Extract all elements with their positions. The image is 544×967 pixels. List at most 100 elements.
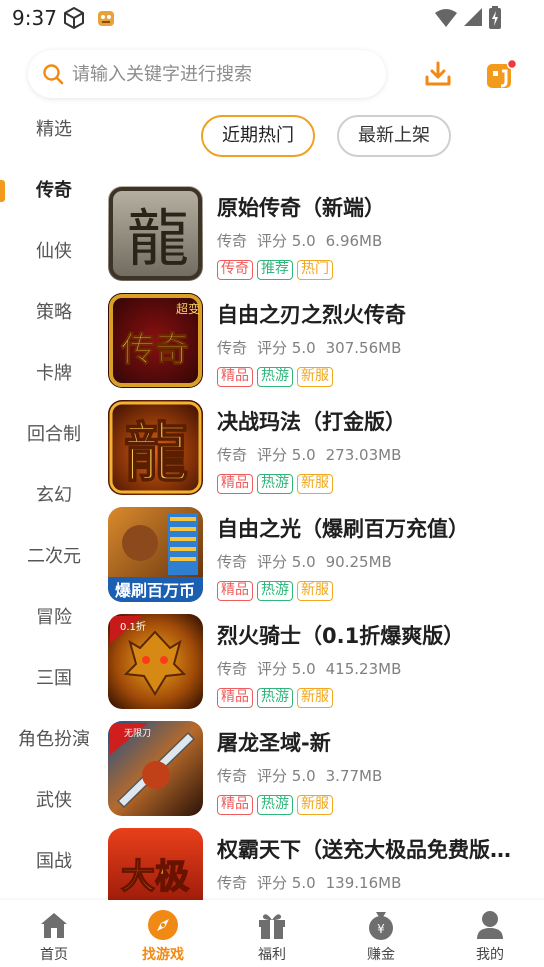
svg-text:超变: 超变 [176, 301, 200, 316]
battery-icon [489, 6, 501, 29]
game-meta: 传奇 评分 5.0 415.23MB [217, 658, 411, 679]
game-size: 415.23MB [325, 660, 402, 678]
tab-recent-hot[interactable]: 近期热门 [201, 115, 315, 157]
svg-text:大极: 大极 [121, 857, 189, 897]
home-icon [41, 913, 67, 938]
game-title: 烈火骑士（0.1折爆爽版） [217, 624, 465, 648]
svg-text:0.1折: 0.1折 [120, 620, 146, 633]
game-tags: 传奇 推荐 热门 [217, 258, 337, 280]
sidebar-item-legend[interactable]: 传奇 [0, 171, 108, 211]
sidebar-item-fantasy[interactable]: 玄幻 [0, 476, 108, 516]
game-title: 权霸天下（送充大极品免费版… [217, 838, 511, 862]
game-item[interactable]: 龍 决战玛法（打金版） 传奇 评分 5.0 273.03MB 精品 热游 新服 [108, 396, 544, 496]
sidebar-item-strategy[interactable]: 策略 [0, 293, 108, 333]
game-category: 传奇 [217, 339, 248, 357]
game-tag: 传奇 [217, 260, 253, 280]
svg-text:龍: 龍 [124, 416, 188, 491]
game-item[interactable]: 超变 传奇 自由之刃之烈火传奇 传奇 评分 5.0 307.56MB 精品 热游 新服 [108, 289, 544, 389]
game-size: 3.77MB [325, 767, 383, 785]
svg-text:无限刀: 无限刀 [124, 728, 151, 739]
search-input[interactable] [72, 58, 372, 90]
nav-welfare-label: 福利 [258, 947, 286, 963]
game-icon: 爆刷百万币 [108, 507, 203, 602]
game-icon: 超变 传奇 [108, 293, 203, 388]
search-bar[interactable] [28, 50, 386, 98]
game-title: 自由之光（爆刷百万充值） [217, 517, 469, 541]
nav-home-label: 首页 [40, 947, 68, 963]
sidebar-item-turn-based[interactable]: 回合制 [0, 415, 108, 455]
game-meta: 传奇 评分 5.0 139.16MB [217, 872, 411, 893]
game-size: 90.25MB [325, 553, 392, 571]
game-rating: 评分 5.0 [257, 232, 316, 250]
game-tags: 精品 热游 新服 [217, 472, 337, 494]
game-size: 139.16MB [325, 874, 402, 892]
sidebar-item-national-war[interactable]: 国战 [0, 842, 108, 882]
svg-text:传奇: 传奇 [120, 330, 189, 370]
game-icon: 龍 [108, 186, 203, 281]
nav-find-games-label: 找游戏 [142, 947, 184, 963]
svg-text:¥: ¥ [377, 922, 385, 936]
game-tag: 热游 [257, 688, 293, 708]
game-tag: 热游 [257, 367, 293, 387]
nav-profile[interactable]: 我的 [436, 900, 544, 967]
game-item[interactable]: 0.1折 烈火骑士（0.1折爆爽版） 传奇 评分 5.0 415.23MB 精品 热游… [108, 610, 544, 710]
app-notification-icon [98, 11, 114, 26]
game-rating: 评分 5.0 [257, 339, 316, 357]
game-icon: 0.1折 [108, 614, 203, 709]
game-item[interactable]: 无限刀 屠龙圣域-新 传奇 评分 5.0 3.77MB 精品 热游 新服 [108, 717, 544, 817]
game-tags: 精品 热游 新服 [217, 365, 337, 387]
svg-text:龍: 龍 [127, 202, 189, 275]
nav-welfare[interactable]: 福利 [218, 900, 326, 967]
bottom-nav: 首页 找游戏 福利 ¥ 赚金 我的 [0, 900, 544, 967]
svg-text:爆刷百万币: 爆刷百万币 [115, 581, 195, 600]
game-title: 自由之刃之烈火传奇 [217, 303, 406, 327]
download-icon[interactable] [424, 60, 452, 88]
game-tag: 精品 [217, 474, 253, 494]
game-category: 传奇 [217, 874, 248, 892]
sidebar-item-xianxia[interactable]: 仙侠 [0, 232, 108, 272]
game-tags: 精品 热游 新服 [217, 579, 337, 601]
cube-icon [64, 7, 84, 29]
game-item[interactable]: 爆刷百万币 自由之光（爆刷百万充值） 传奇 评分 5.0 90.25MB 精品 热游新… [108, 503, 544, 603]
sidebar-item-featured[interactable]: 精选 [0, 110, 108, 150]
game-tag: 精品 [217, 367, 253, 387]
game-size: 307.56MB [325, 339, 402, 357]
game-category: 传奇 [217, 553, 248, 571]
sidebar-item-wuxia[interactable]: 武侠 [0, 781, 108, 821]
game-category: 传奇 [217, 767, 248, 785]
nav-home[interactable]: 首页 [0, 900, 108, 967]
game-rating: 评分 5.0 [257, 874, 316, 892]
sidebar-item-anime[interactable]: 二次元 [0, 537, 108, 577]
game-category: 传奇 [217, 232, 248, 250]
game-item[interactable]: 龍 原始传奇（新端） 传奇 评分 5.0 6.96MB 传奇 推荐 热门 [108, 182, 544, 282]
game-tag: 热游 [257, 581, 293, 601]
game-category: 传奇 [217, 660, 248, 678]
game-tag: 新服 [297, 688, 333, 708]
message-icon[interactable] [484, 58, 518, 92]
compass-icon [148, 910, 178, 940]
game-meta: 传奇 评分 5.0 90.25MB [217, 551, 402, 572]
search-icon [43, 64, 64, 85]
game-tag: 精品 [217, 795, 253, 815]
status-bar: 9:37 [0, 0, 544, 36]
game-item[interactable]: 大极 权霸天下（送充大极品免费版… 传奇评分 5.0139.16MB 精品热游新… [108, 824, 544, 900]
game-rating: 评分 5.0 [257, 767, 316, 785]
game-tag: 推荐 [257, 260, 293, 280]
sidebar-item-three-kingdoms[interactable]: 三国 [0, 659, 108, 699]
sidebar-item-rpg[interactable]: 角色扮演 [0, 720, 108, 760]
sidebar-item-card[interactable]: 卡牌 [0, 354, 108, 394]
game-tag: 精品 [217, 688, 253, 708]
nav-find-games[interactable]: 找游戏 [109, 900, 217, 967]
tab-newest[interactable]: 最新上架 [337, 115, 451, 157]
game-icon: 龍 [108, 400, 203, 495]
game-rating: 评分 5.0 [257, 553, 316, 571]
game-title: 决战玛法（打金版） [217, 410, 406, 434]
game-size: 6.96MB [325, 232, 383, 250]
game-tags: 精品 热游 新服 [217, 686, 337, 708]
game-tags: 精品 热游 新服 [217, 793, 337, 815]
game-size: 273.03MB [325, 446, 402, 464]
game-tag: 新服 [297, 581, 333, 601]
sidebar-item-adventure[interactable]: 冒险 [0, 598, 108, 638]
nav-earn[interactable]: ¥ 赚金 [327, 900, 435, 967]
game-meta: 传奇 评分 5.0 307.56MB [217, 337, 411, 358]
